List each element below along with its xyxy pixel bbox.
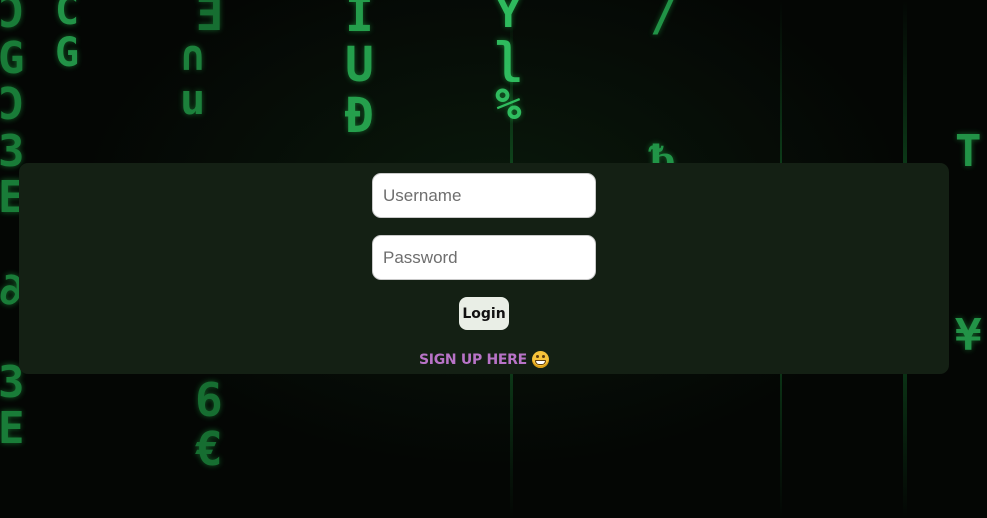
- login-button[interactable]: Login: [459, 297, 509, 330]
- grinning-face-icon: [531, 351, 549, 368]
- signup-link[interactable]: SIGN UP HERE: [419, 351, 549, 368]
- password-input[interactable]: [372, 235, 596, 280]
- rain-column: T ¥: [955, 125, 982, 362]
- username-input[interactable]: [372, 173, 596, 218]
- signup-label: SIGN UP HERE: [419, 351, 527, 368]
